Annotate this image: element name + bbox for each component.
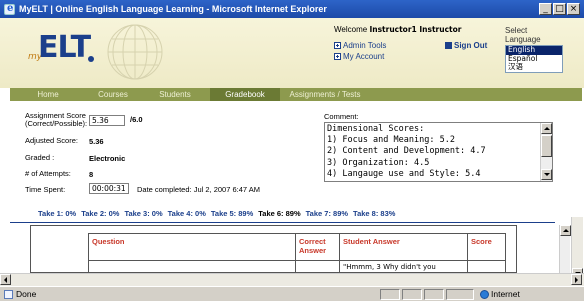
adjusted-score-value: 5.36 [89,137,104,146]
close-button[interactable]: × [567,3,580,15]
window-controls: _ □ × [539,3,580,15]
status-pane [446,289,474,300]
take-link[interactable]: Take 4: 0% [168,209,206,218]
take-link[interactable]: Take 1: 0% [38,209,76,218]
minimize-button[interactable]: _ [539,3,552,15]
site-header: my ELT Welcome Instructor1 Instructor Ad… [0,18,584,88]
divider [10,222,555,223]
attempts-label: # of Attempts: [25,169,71,178]
page-icon [4,290,13,299]
globe-graphic [107,24,163,80]
tab-gradebook[interactable]: Gradebook [210,88,280,101]
security-zone: Internet [491,289,520,299]
column-header-correct-answer: Correct Answer [296,234,340,261]
page-scrollbar[interactable] [571,217,583,281]
take-link[interactable]: Take 8: 83% [353,209,395,218]
scroll-thumb[interactable] [541,135,552,157]
internet-zone-icon [480,290,489,299]
take-link[interactable]: Take 5: 89% [211,209,253,218]
adjusted-score-label: Adjusted Score: [25,136,78,145]
window-title-bar: MyELT | Online English Language Learning… [0,0,584,18]
welcome-message: Welcome Instructor1 Instructor [334,25,461,34]
ie-icon [4,3,15,15]
admin-tools-link[interactable]: Admin Tools [334,41,386,50]
language-listbox[interactable]: English Español 汉语 [505,45,563,73]
comment-line: 3) Organization: 4.5 [327,157,430,168]
comment-line: 2) Content and Development: 4.7 [327,146,486,157]
column-header-student-answer: Student Answer [340,234,468,261]
welcome-user: Instructor1 Instructor [369,25,462,34]
comment-line: Dimensional Scores: [327,124,425,134]
scroll-left-arrow-icon[interactable] [0,274,11,285]
sign-out-label: Sign Out [454,41,488,50]
graded-value: Electronic [89,154,126,163]
admin-tools-label: Admin Tools [343,41,387,50]
time-spent-input[interactable]: 00:00:31 [89,183,129,194]
take-link[interactable]: Take 7: 89% [306,209,348,218]
scroll-up-arrow-icon[interactable] [560,225,571,236]
take-current: Take 6: 89% [258,209,301,218]
comment-textarea[interactable]: Dimensional Scores: 1) Focus and Meaning… [324,122,553,182]
maximize-button[interactable]: □ [553,3,566,15]
my-account-label: My Account [343,52,385,61]
time-spent-label: Time Spent: [25,185,66,194]
gradebook-detail: Assignment Score (Correct/Possible): 5.3… [10,101,571,275]
sign-out-icon [445,42,452,49]
comment-label: Comment: [324,112,359,121]
takes-list: Take 1: 0% Take 2: 0% Take 3: 0% Take 4:… [38,209,395,218]
scroll-right-arrow-icon[interactable] [571,274,582,285]
language-label: Select Language [505,26,541,44]
answers-table: Question Correct Answer Student Answer S… [88,233,506,275]
welcome-prefix: Welcome [334,25,368,34]
take-link[interactable]: Take 2: 0% [81,209,119,218]
sign-out-link[interactable]: Sign Out [445,41,487,50]
answers-scrollbar[interactable] [559,225,571,273]
tab-home[interactable]: Home [10,88,86,101]
answers-frame: Question Correct Answer Student Answer S… [30,225,517,275]
status-pane [380,289,400,300]
window-title: MyELT | Online English Language Learning… [19,4,327,14]
attempts-value: 8 [89,170,94,179]
status-text: Done [16,289,37,299]
tab-assignments-tests[interactable]: Assignments / Tests [280,88,370,101]
tab-students[interactable]: Students [140,88,210,101]
main-nav: Home Courses Students Gradebook Assignme… [10,88,582,101]
scroll-down-arrow-icon[interactable] [541,169,552,180]
language-option-chinese[interactable]: 汉语 [506,62,562,72]
assignment-score-label: Assignment Score (Correct/Possible): [25,111,88,128]
status-pane [424,289,444,300]
column-header-score: Score [468,234,506,261]
graded-label: Graded : [25,153,55,162]
assignment-score-possible: /6.0 [130,115,143,124]
date-completed: Date completed: Jul 2, 2007 6:47 AM [137,185,260,194]
plus-icon [334,53,341,60]
status-bar: Done Internet [0,286,584,301]
logo-elt-text: ELT [38,30,91,65]
assignment-score-input[interactable]: 5.36 [89,115,125,126]
comment-line: 4) Langauge use and Style: 5.4 [327,168,481,179]
comment-scrollbar[interactable] [540,123,552,181]
comment-line: 1) Focus and Meaning: 5.2 [327,135,455,146]
scroll-up-arrow-icon[interactable] [541,123,552,134]
plus-icon [334,42,341,49]
my-account-link[interactable]: My Account [334,52,384,61]
status-pane [402,289,422,300]
tab-courses[interactable]: Courses [86,88,140,101]
language-selector: Select Language English Español 汉语 [505,26,563,73]
horizontal-scrollbar[interactable] [0,273,584,286]
column-header-question: Question [89,234,296,261]
take-link[interactable]: Take 3: 0% [124,209,162,218]
